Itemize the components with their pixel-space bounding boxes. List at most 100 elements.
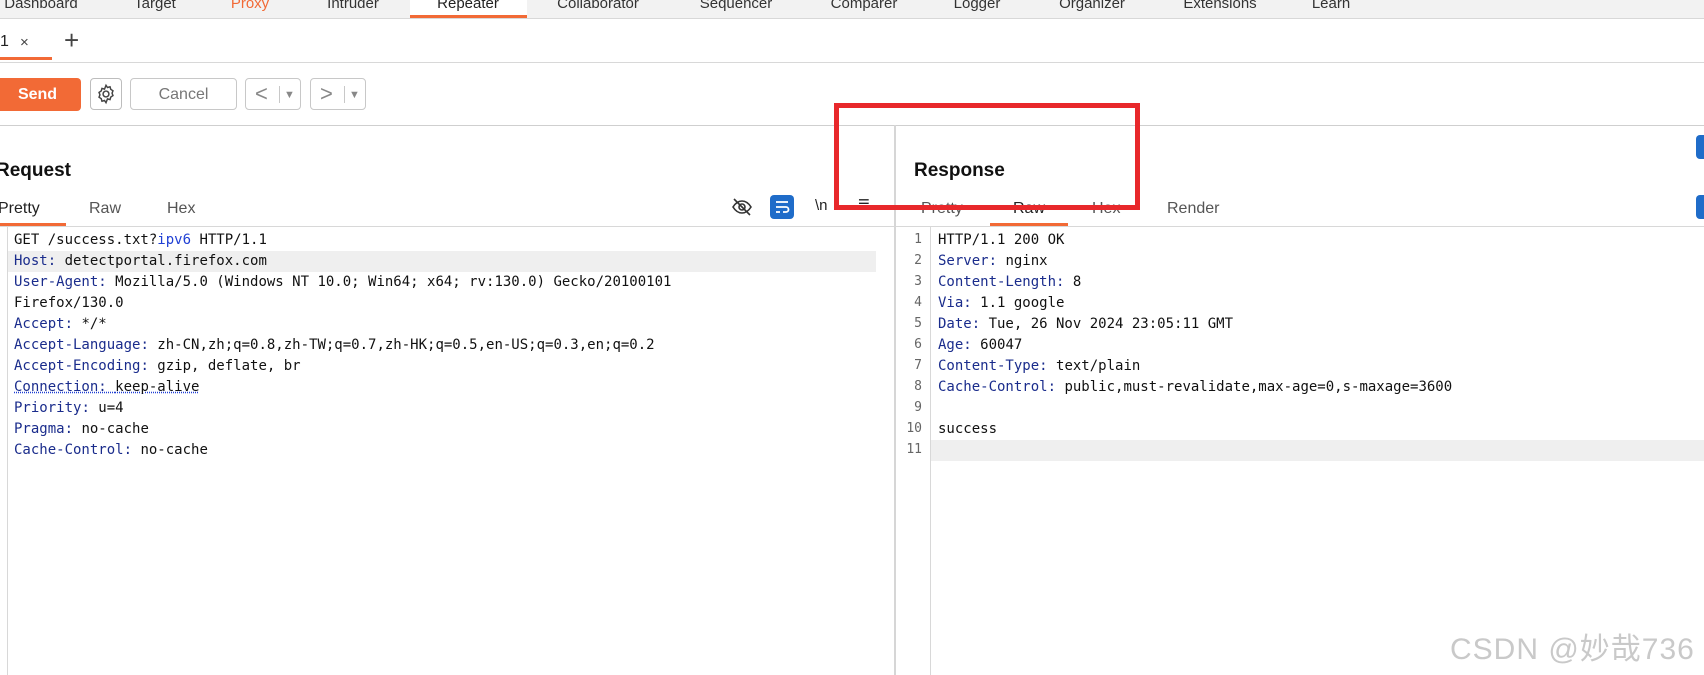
line-text: Firefox/130.0 bbox=[14, 295, 124, 311]
header-name: Priority bbox=[14, 400, 81, 416]
back-button[interactable]: < ▼ bbox=[245, 78, 301, 110]
line-number: 7 bbox=[900, 358, 922, 373]
menu-icon[interactable]: ≡ bbox=[858, 193, 870, 216]
line-number: 6 bbox=[900, 337, 922, 352]
request-editor[interactable]: GET /success.txt?ipv6 HTTP/1.1 Host: dete… bbox=[14, 230, 884, 660]
request-line: Accept-Language: zh-CN,zh;q=0.8,zh-TW;q=… bbox=[14, 335, 655, 356]
request-line: Firefox/130.0 bbox=[14, 293, 124, 314]
response-line: Via: 1.1 google bbox=[938, 293, 1064, 314]
tab-request-raw[interactable]: Raw bbox=[89, 200, 121, 218]
wrap-toggle-bg bbox=[1696, 195, 1704, 219]
tab-request-pretty[interactable]: Pretty bbox=[0, 200, 40, 218]
header-colon: : bbox=[98, 274, 115, 290]
panel-divider[interactable] bbox=[894, 125, 896, 675]
line-number: 2 bbox=[900, 253, 922, 268]
tab-request-hex[interactable]: Hex bbox=[167, 200, 195, 218]
header-value: 8 bbox=[1073, 274, 1081, 290]
header-colon: : bbox=[65, 421, 82, 437]
nav-repeater[interactable]: Repeater bbox=[437, 0, 499, 14]
header-name: Date bbox=[938, 316, 972, 332]
header-value: keep-alive bbox=[115, 379, 199, 395]
tab-response-render[interactable]: Render bbox=[1167, 200, 1219, 218]
response-line-numbers: 1 2 3 4 5 6 7 8 9 10 11 bbox=[900, 230, 924, 470]
nav-intruder[interactable]: Intruder bbox=[327, 0, 379, 14]
send-button[interactable]: Send bbox=[0, 78, 81, 111]
header-colon: : bbox=[1056, 274, 1073, 290]
request-line: Host: detectportal.firefox.com bbox=[14, 251, 267, 272]
header-name: Host bbox=[14, 253, 48, 269]
response-editor[interactable]: HTTP/1.1 200 OK Server: nginx Content-Leng… bbox=[938, 230, 1698, 470]
header-name: User-Agent bbox=[14, 274, 98, 290]
line-number: 11 bbox=[900, 442, 922, 457]
header-name: Accept bbox=[14, 316, 65, 332]
nav-extensions[interactable]: Extensions bbox=[1183, 0, 1256, 14]
nav-collaborator[interactable]: Collaborator bbox=[557, 0, 639, 14]
divider bbox=[279, 86, 280, 103]
eye-slash-icon[interactable] bbox=[731, 197, 753, 222]
main-nav-bar: Dashboard Target Proxy Intruder Repeater… bbox=[0, 0, 1704, 19]
settings-button[interactable] bbox=[90, 78, 122, 110]
response-line: Date: Tue, 26 Nov 2024 23:05:11 GMT bbox=[938, 314, 1233, 335]
chevron-right-icon: > bbox=[320, 80, 333, 108]
nav-proxy[interactable]: Proxy bbox=[231, 0, 269, 14]
response-line: Server: nginx bbox=[938, 251, 1048, 272]
response-title: Response bbox=[914, 160, 1005, 182]
header-value: text/plain bbox=[1056, 358, 1140, 374]
line-number: 10 bbox=[900, 421, 922, 436]
tab-response-pretty[interactable]: Pretty bbox=[921, 200, 963, 218]
request-line: Accept: */* bbox=[14, 314, 107, 335]
tab-response-hex[interactable]: Hex bbox=[1092, 200, 1120, 218]
forward-button[interactable]: > ▼ bbox=[310, 78, 366, 110]
header-name: Cache-Control bbox=[14, 442, 124, 458]
response-line: Content-Length: 8 bbox=[938, 272, 1081, 293]
tab-response-raw[interactable]: Raw bbox=[1013, 200, 1045, 218]
cancel-button[interactable]: Cancel bbox=[130, 78, 237, 110]
header-name: Pragma bbox=[14, 421, 65, 437]
nav-logger[interactable]: Logger bbox=[954, 0, 1001, 14]
line-text: success bbox=[938, 421, 997, 437]
request-line: Pragma: no-cache bbox=[14, 419, 149, 440]
request-line: GET /success.txt?ipv6 HTTP/1.1 bbox=[14, 230, 267, 251]
header-value: Tue, 26 Nov 2024 23:05:11 GMT bbox=[989, 316, 1233, 332]
header-name: Content-Type bbox=[938, 358, 1039, 374]
watermark: CSDN @妙哉736 bbox=[1450, 624, 1695, 668]
nav-target[interactable]: Target bbox=[134, 0, 176, 14]
tab-underline bbox=[0, 57, 52, 60]
response-line: success bbox=[938, 419, 997, 440]
divider bbox=[344, 86, 345, 103]
close-icon[interactable]: × bbox=[20, 34, 29, 51]
response-line: Content-Type: text/plain bbox=[938, 356, 1140, 377]
header-name: Cache-Control bbox=[938, 379, 1048, 395]
active-tab-indicator bbox=[410, 15, 527, 18]
header-value: public,must-revalidate,max-age=0,s-maxag… bbox=[1064, 379, 1452, 395]
response-editor-top-border bbox=[896, 226, 1704, 227]
newline-toggle-icon[interactable]: \n bbox=[815, 197, 828, 214]
nav-dashboard[interactable]: Dashboard bbox=[4, 0, 77, 14]
header-colon: : bbox=[1039, 358, 1056, 374]
header-name: Age bbox=[938, 337, 963, 353]
nav-organizer[interactable]: Organizer bbox=[1059, 0, 1125, 14]
line-number: 3 bbox=[900, 274, 922, 289]
header-value: */* bbox=[81, 316, 106, 332]
nav-learn[interactable]: Learn bbox=[1312, 0, 1350, 14]
header-colon: : bbox=[65, 316, 82, 332]
header-colon: : bbox=[140, 358, 157, 374]
nav-sequencer[interactable]: Sequencer bbox=[700, 0, 773, 14]
chevron-down-icon[interactable]: ▼ bbox=[349, 83, 360, 107]
chevron-down-icon[interactable]: ▼ bbox=[284, 83, 295, 107]
line-number: 5 bbox=[900, 316, 922, 331]
header-name: Via bbox=[938, 295, 963, 311]
header-colon: : bbox=[963, 295, 980, 311]
header-name: Content-Length bbox=[938, 274, 1056, 290]
header-value: u=4 bbox=[98, 400, 123, 416]
nav-comparer[interactable]: Comparer bbox=[831, 0, 898, 14]
repeater-tab-strip: 1 × + bbox=[0, 19, 1704, 63]
request-line: User-Agent: Mozilla/5.0 (Windows NT 10.0… bbox=[14, 272, 671, 293]
header-value: detectportal.firefox.com bbox=[65, 253, 267, 269]
repeater-tab-1[interactable]: 1 bbox=[0, 33, 9, 51]
header-value: 60047 bbox=[980, 337, 1022, 353]
header-value: Mozilla/5.0 (Windows NT 10.0; Win64; x64… bbox=[115, 274, 671, 290]
header-colon: : bbox=[989, 253, 1006, 269]
add-tab-button[interactable]: + bbox=[64, 25, 79, 55]
header-colon: : bbox=[963, 337, 980, 353]
